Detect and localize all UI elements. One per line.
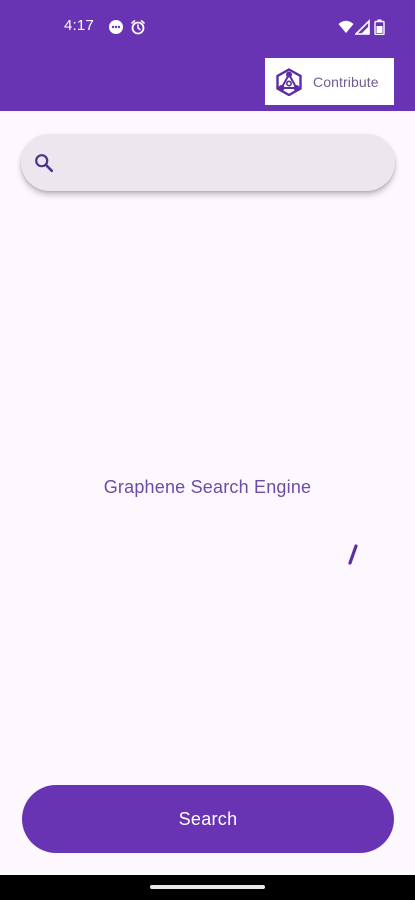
- navigation-bar: [0, 875, 415, 900]
- signal-icon: [355, 19, 370, 35]
- search-bar[interactable]: [21, 133, 395, 192]
- app-bar: 4:17 Contribute: [0, 0, 415, 111]
- search-button[interactable]: Search: [22, 785, 394, 853]
- search-icon: [35, 153, 54, 172]
- contribute-button[interactable]: Contribute: [265, 58, 394, 105]
- alarm-icon: [131, 20, 145, 35]
- home-gesture-handle[interactable]: [150, 885, 265, 889]
- wifi-icon: [338, 20, 354, 33]
- contribute-label: Contribute: [313, 73, 379, 90]
- loading-spinner-icon: [348, 544, 358, 565]
- battery-icon: [374, 19, 385, 35]
- message-icon: [109, 20, 123, 34]
- app-title: Graphene Search Engine: [103, 477, 312, 497]
- search-input[interactable]: [55, 133, 395, 192]
- status-time: 4:17: [64, 17, 94, 34]
- status-bar: 4:17: [0, 0, 415, 56]
- graphene-logo-icon: [276, 67, 302, 96]
